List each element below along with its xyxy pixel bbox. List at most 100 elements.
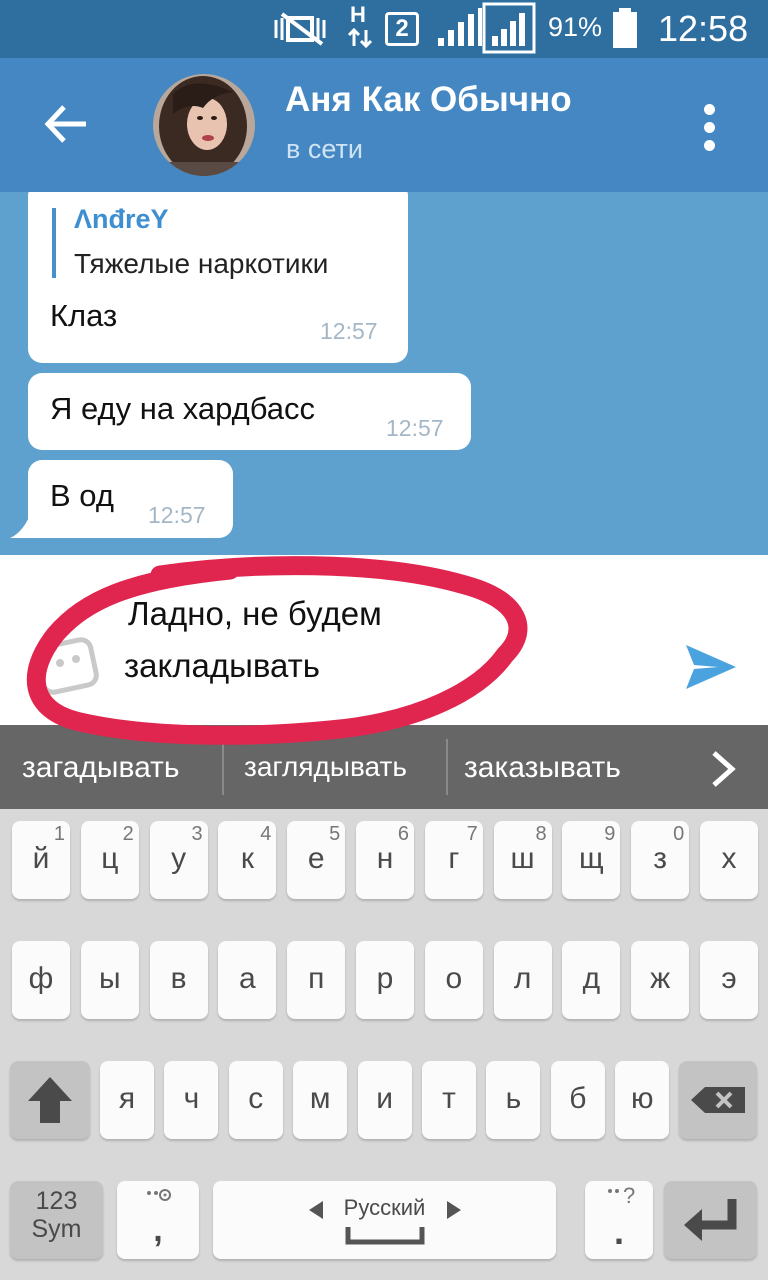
key-т[interactable]: т bbox=[422, 1061, 476, 1139]
message-bubble[interactable]: В од 12:57 bbox=[28, 460, 233, 538]
key-в[interactable]: в bbox=[149, 941, 208, 1019]
online-status: в сети bbox=[286, 134, 363, 164]
key-ж[interactable]: ж bbox=[631, 941, 690, 1019]
chat-title[interactable]: Аня Как Обычно bbox=[285, 80, 572, 120]
key-г[interactable]: г7 bbox=[424, 821, 483, 899]
arrow-right-icon bbox=[447, 1201, 461, 1219]
key-label: ж bbox=[650, 962, 671, 995]
key-ы[interactable]: ы bbox=[80, 941, 139, 1019]
message-text: Я еду на хардбасс bbox=[50, 391, 316, 426]
key-м[interactable]: м bbox=[293, 1061, 348, 1139]
period-key[interactable]: ? . bbox=[585, 1181, 653, 1259]
key-й[interactable]: й1 bbox=[12, 821, 70, 899]
suggestion-3[interactable]: заказывать bbox=[464, 751, 621, 785]
battery-percent: 91% bbox=[548, 12, 603, 42]
key-label: н bbox=[376, 842, 394, 875]
network-type-label: H bbox=[350, 2, 366, 27]
backspace-key[interactable] bbox=[679, 1061, 757, 1139]
shift-icon bbox=[28, 1077, 72, 1123]
key-number-hint: 4 bbox=[260, 823, 272, 845]
bubble-tail bbox=[10, 510, 32, 538]
key-ю[interactable]: ю bbox=[615, 1061, 670, 1139]
back-arrow-icon[interactable] bbox=[36, 94, 96, 154]
key-ш[interactable]: ш8 bbox=[493, 821, 552, 899]
symbols-key[interactable]: 123 Sym bbox=[10, 1181, 103, 1259]
key-а[interactable]: а bbox=[218, 941, 277, 1019]
key-label: п bbox=[308, 962, 325, 995]
divider bbox=[222, 739, 224, 795]
reply-indicator bbox=[52, 208, 56, 278]
status-bar: H 2 91% 12:58 bbox=[0, 0, 768, 58]
key-с[interactable]: с bbox=[228, 1061, 283, 1139]
divider bbox=[446, 739, 448, 795]
key-label: и bbox=[376, 1082, 393, 1115]
key-е[interactable]: е5 bbox=[287, 821, 346, 899]
message-text: В од bbox=[50, 478, 114, 513]
key-label: о bbox=[445, 962, 463, 995]
key-label: ю bbox=[630, 1082, 654, 1115]
message-time: 12:57 bbox=[386, 415, 444, 441]
key-к[interactable]: к4 bbox=[218, 821, 277, 899]
data-transfer-icon bbox=[347, 28, 373, 48]
key-label: р bbox=[376, 962, 394, 995]
key-ь[interactable]: ь bbox=[486, 1061, 541, 1139]
suggestion-2[interactable]: заглядывать bbox=[244, 751, 407, 783]
message-bubble[interactable]: ΛnđreY Тяжелые наркотики Клаз 12:57 bbox=[28, 192, 408, 363]
key-з[interactable]: з0 bbox=[631, 821, 690, 899]
comma-key[interactable]: , bbox=[117, 1181, 199, 1259]
space-key[interactable]: Русский bbox=[213, 1181, 556, 1259]
chevron-right-icon[interactable] bbox=[708, 749, 738, 789]
key-number-hint: 1 bbox=[53, 823, 65, 845]
key-label: м bbox=[309, 1082, 331, 1115]
language-label: Русский bbox=[343, 1195, 426, 1220]
key-label: щ bbox=[579, 842, 604, 875]
key-б[interactable]: б bbox=[550, 1061, 605, 1139]
key-л[interactable]: л bbox=[493, 941, 552, 1019]
message-input[interactable]: Ладно, не будем закладывать bbox=[0, 555, 768, 725]
shift-key[interactable] bbox=[10, 1061, 90, 1139]
message-text: Клаз bbox=[50, 298, 118, 333]
comma-label: , bbox=[153, 1211, 163, 1249]
key-number-hint: 9 bbox=[604, 823, 616, 845]
key-и[interactable]: и bbox=[357, 1061, 412, 1139]
key-щ[interactable]: щ9 bbox=[562, 821, 621, 899]
key-ч[interactable]: ч bbox=[164, 1061, 219, 1139]
settings-gear-icon bbox=[147, 1189, 171, 1201]
chat-area[interactable]: ΛnđreY Тяжелые наркотики Клаз 12:57 Я ед… bbox=[0, 192, 768, 555]
key-label: у bbox=[171, 842, 187, 875]
key-р[interactable]: р bbox=[356, 941, 414, 1019]
key-ц[interactable]: ц2 bbox=[80, 821, 139, 899]
key-label: я bbox=[118, 1082, 136, 1115]
key-э[interactable]: э bbox=[700, 941, 758, 1019]
symbols-key-label-1: 123 bbox=[35, 1187, 78, 1215]
key-label: ы bbox=[99, 962, 121, 995]
key-ф[interactable]: ф bbox=[12, 941, 70, 1019]
avatar[interactable] bbox=[153, 74, 255, 176]
key-о[interactable]: о bbox=[424, 941, 483, 1019]
key-number-hint: 0 bbox=[673, 823, 685, 845]
key-label: ш bbox=[510, 842, 535, 875]
suggestion-1[interactable]: загадывать bbox=[22, 751, 179, 785]
key-label: й bbox=[32, 842, 50, 875]
key-я[interactable]: я bbox=[100, 1061, 154, 1139]
send-icon[interactable] bbox=[682, 641, 740, 693]
key-number-hint: 7 bbox=[466, 823, 478, 845]
key-label: б bbox=[569, 1082, 587, 1115]
key-п[interactable]: п bbox=[287, 941, 346, 1019]
symbols-key-label-2: Sym bbox=[31, 1215, 82, 1243]
key-н[interactable]: н6 bbox=[356, 821, 414, 899]
sticker-icon[interactable] bbox=[34, 637, 102, 697]
key-label: ф bbox=[28, 962, 54, 995]
more-options-icon[interactable] bbox=[700, 104, 720, 152]
avatar-photo bbox=[153, 74, 255, 176]
key-у[interactable]: у3 bbox=[149, 821, 208, 899]
message-bubble[interactable]: Я еду на хардбасс 12:57 bbox=[28, 373, 471, 450]
enter-key[interactable] bbox=[664, 1181, 757, 1259]
key-д[interactable]: д bbox=[562, 941, 621, 1019]
sim-number: 2 bbox=[395, 15, 409, 42]
vibrate-mute-icon bbox=[274, 12, 326, 46]
key-label: т bbox=[442, 1082, 456, 1115]
key-label: г bbox=[448, 842, 460, 875]
key-х[interactable]: х bbox=[700, 821, 758, 899]
keyboard: 123 Sym , Русский ? . й1ц2у3к4 е 5 н 6 г… bbox=[0, 809, 768, 1280]
